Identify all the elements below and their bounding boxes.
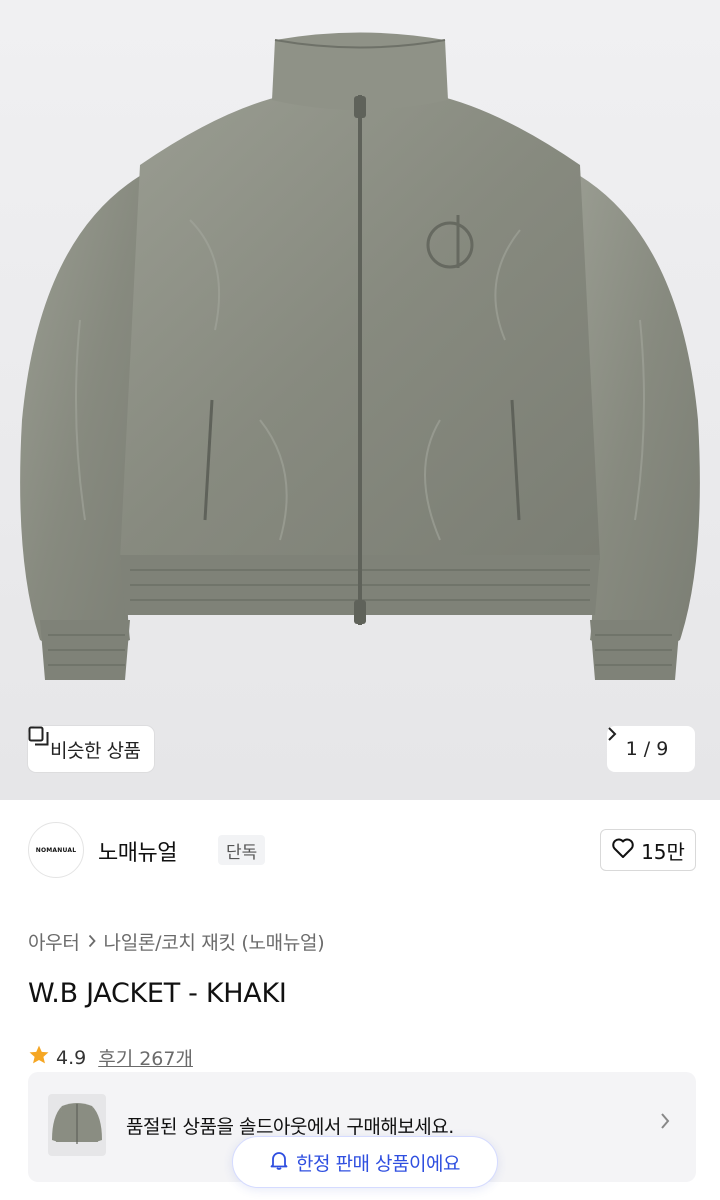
brand-row: NOMANUAL 노매뉴얼 단독 15만 <box>28 820 696 880</box>
similar-products-button[interactable]: 비슷한 상품 <box>28 726 155 772</box>
exclusive-badge: 단독 <box>218 835 266 865</box>
breadcrumb-subcategory[interactable]: 나일론/코치 재킷 (노매뉴얼) <box>104 928 325 955</box>
heart-icon <box>611 837 635 864</box>
brand-logo-text: NOMANUAL <box>35 846 77 854</box>
soldout-thumbnail <box>48 1094 106 1156</box>
limited-sale-toast: 한정 판매 상품이에요 <box>232 1136 498 1188</box>
similar-products-label: 비슷한 상품 <box>50 739 141 762</box>
breadcrumb-category[interactable]: 아우터 <box>28 928 80 955</box>
breadcrumb: 아우터 나일론/코치 재킷 (노매뉴얼) <box>28 928 325 955</box>
bell-icon <box>270 1150 288 1175</box>
soldout-message: 품절된 상품을 솔드아웃에서 구매해보세요. <box>126 1116 454 1138</box>
chevron-right-icon <box>88 931 96 953</box>
brand-name[interactable]: 노매뉴얼 <box>98 835 177 867</box>
rating-row: 4.9 후기 267개 <box>28 1044 193 1071</box>
like-count: 15만 <box>641 839 685 864</box>
toast-message: 한정 판매 상품이에요 <box>296 1152 460 1175</box>
image-pager-text: 1 / 9 <box>625 738 669 760</box>
product-title: W.B JACKET - KHAKI <box>28 978 287 1009</box>
chevron-right-icon <box>660 1112 670 1134</box>
brand-logo[interactable]: NOMANUAL <box>28 822 84 878</box>
jacket-product-image <box>0 0 720 800</box>
image-pager-button[interactable]: 1 / 9 <box>607 726 695 772</box>
star-icon <box>28 1044 50 1071</box>
product-image-carousel[interactable]: 비슷한 상품 1 / 9 <box>0 0 720 800</box>
like-button[interactable]: 15만 <box>600 829 696 871</box>
rating-score: 4.9 <box>56 1046 87 1069</box>
review-count-link[interactable]: 후기 267개 <box>98 1044 193 1071</box>
